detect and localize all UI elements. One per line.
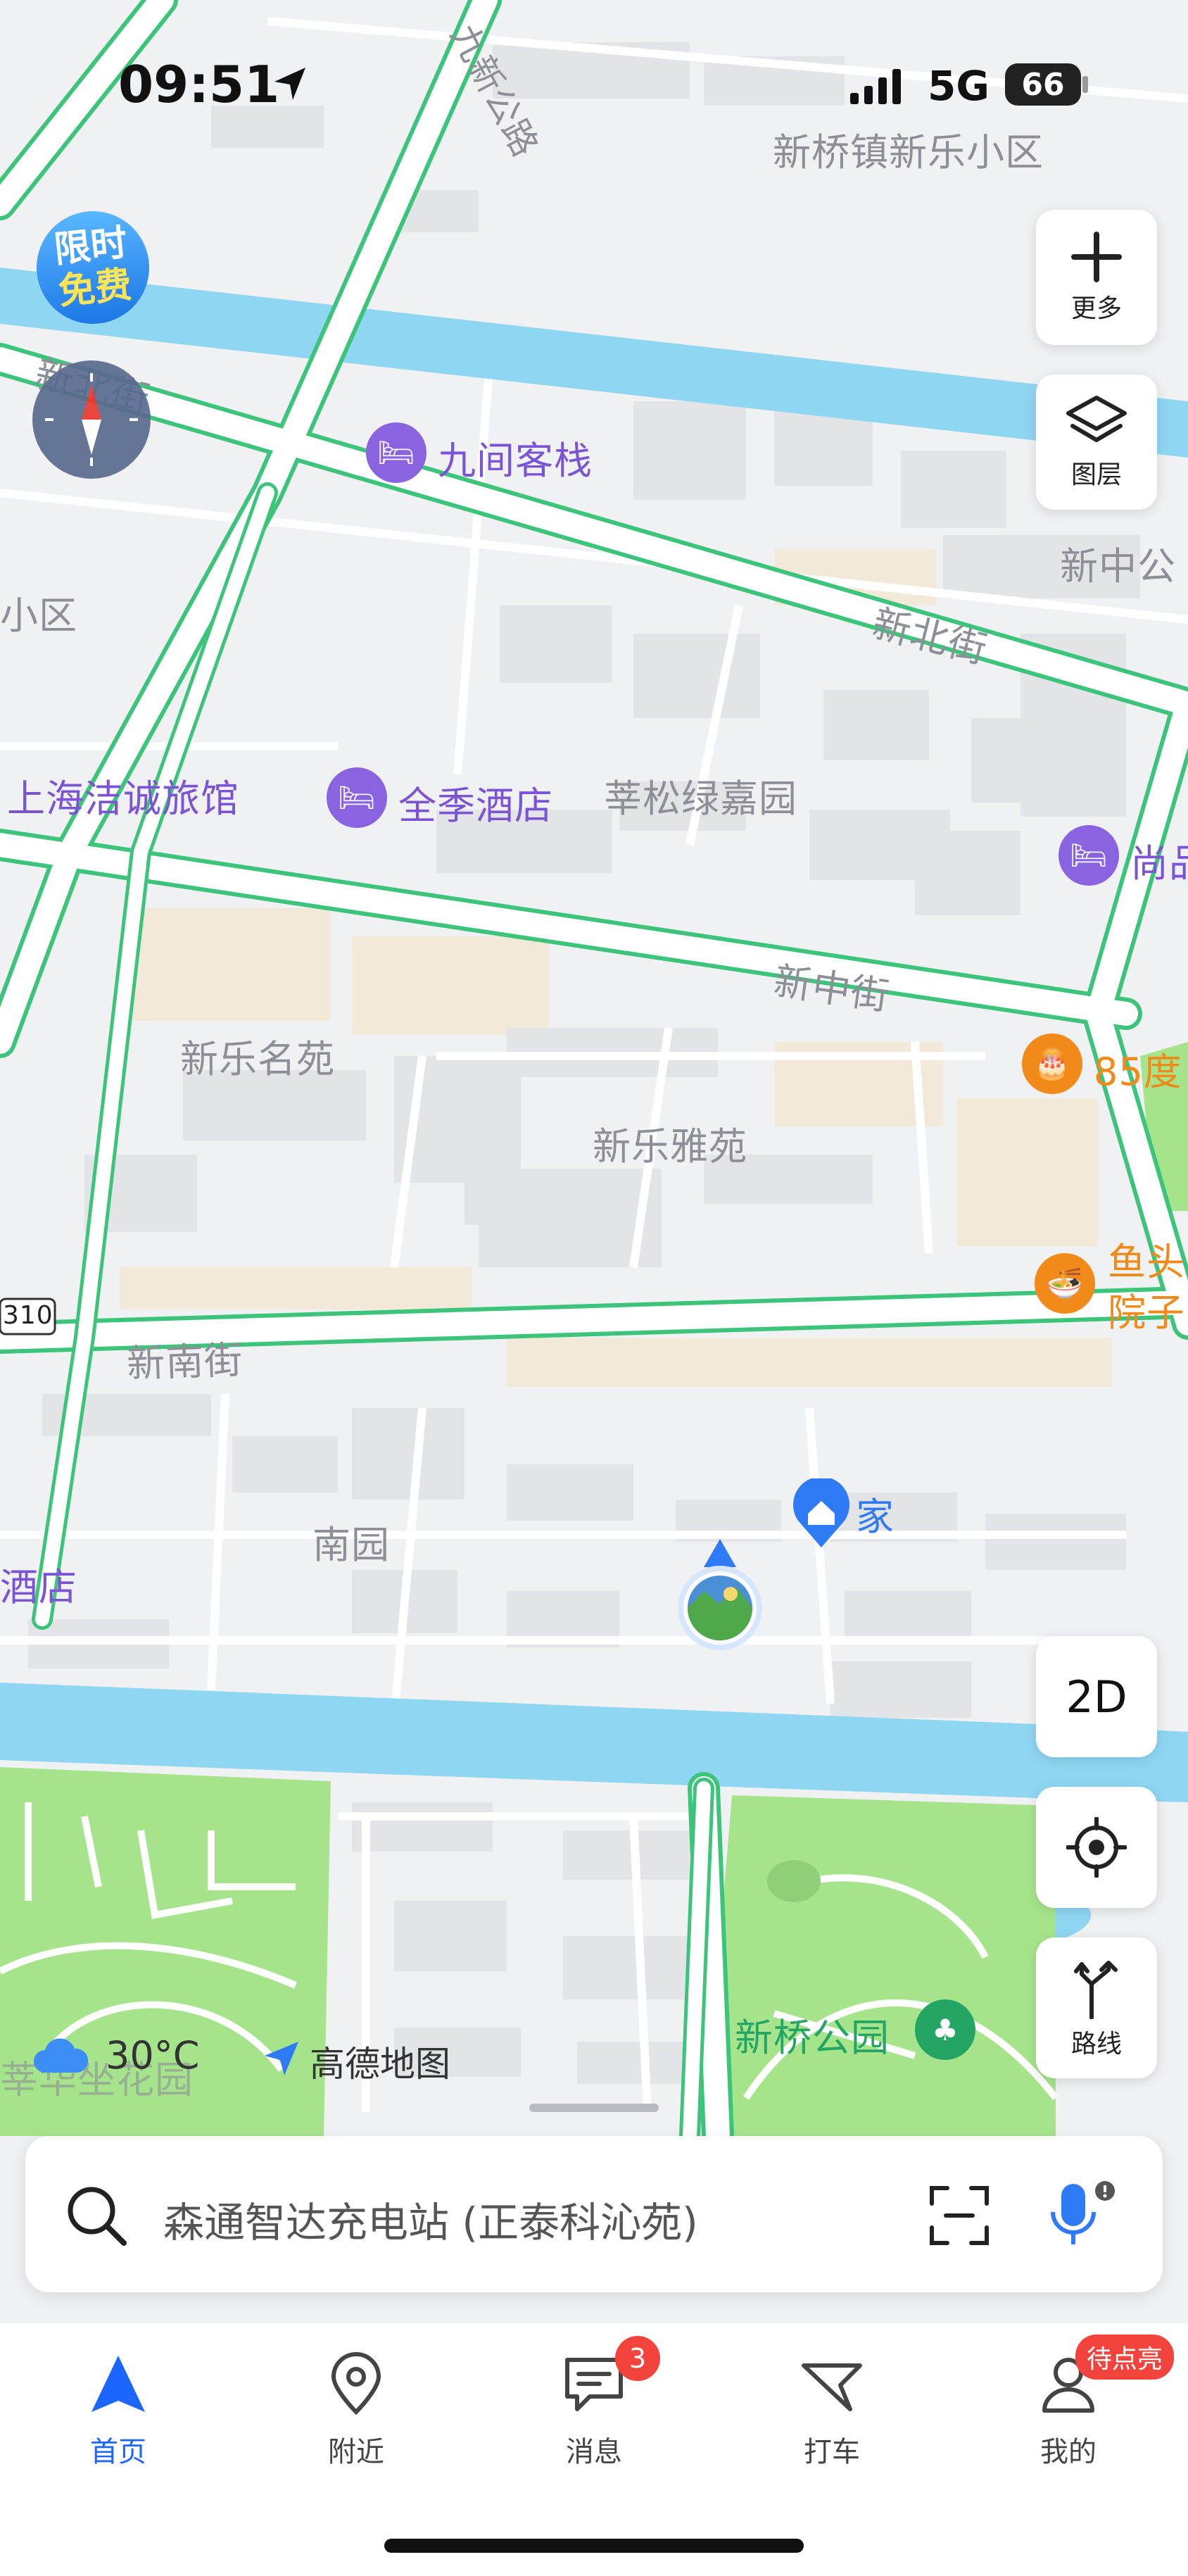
road-xinnan-label: 新南街 <box>126 1338 244 1386</box>
weather-temp: 30°C <box>106 2033 200 2078</box>
tab-messages[interactable]: 消息 3 <box>510 2336 678 2470</box>
voice-mic-icon[interactable] <box>1044 2177 1122 2254</box>
route-marker-label: 310 <box>3 1301 53 1330</box>
xinle-yayuan-label: 新乐雅苑 <box>593 1124 747 1169</box>
xinzhong-gong-label: 新中公 <box>1060 544 1176 589</box>
mode-2d-label: 2D <box>1066 1671 1127 1723</box>
profile-badge: 待点亮 <box>1075 2335 1175 2380</box>
weather-cloud-icon <box>32 2036 89 2078</box>
hotel-icon[interactable]: 🛏 <box>1059 825 1119 886</box>
route-button[interactable]: 路线 <box>1036 1937 1157 2078</box>
layers-button[interactable]: 图层 <box>1036 375 1157 510</box>
nanyuan-label: 南园 <box>312 1523 390 1567</box>
current-location-marker[interactable] <box>676 1535 764 1659</box>
tab-nearby[interactable]: 附近 <box>272 2351 441 2470</box>
battery-icon: 66 <box>1005 63 1081 106</box>
network-label: 5G <box>928 62 990 110</box>
park-icon[interactable]: ♣ <box>915 1999 975 2060</box>
home-indicator <box>384 2539 804 2553</box>
hotel-icon[interactable]: 🛏 <box>366 422 426 483</box>
tab-profile-label: 我的 <box>1040 2436 1097 2468</box>
promo-line2: 免费 <box>56 263 134 314</box>
scan-icon[interactable] <box>928 2184 991 2247</box>
brand-label: 高德地图 <box>310 2044 450 2085</box>
mode-2d-button[interactable]: 2D <box>1036 1636 1157 1757</box>
crosshair-icon <box>1066 1817 1127 1878</box>
compass-icon[interactable] <box>32 360 151 479</box>
poi-yutou-1[interactable]: 鱼头 <box>1108 1231 1185 1286</box>
sheet-handle[interactable] <box>529 2104 659 2112</box>
taxi-flag-icon <box>802 2363 862 2411</box>
jiudian-label: 酒店 <box>0 1565 77 1609</box>
battery-cap <box>1082 76 1088 93</box>
tab-nearby-label: 附近 <box>328 2436 384 2468</box>
poi-shang[interactable]: 尚品 <box>1130 832 1188 888</box>
bottom-tab-bar: 首页 附近 消息 3 打车 我的 待点亮 <box>0 2323 1188 2576</box>
xinle-mingyuan-label: 新乐名苑 <box>180 1037 335 1081</box>
route-label: 路线 <box>1070 2030 1122 2059</box>
plus-icon <box>1071 232 1122 282</box>
layers-icon <box>1066 396 1127 442</box>
home-pin-icon[interactable] <box>791 1476 852 1549</box>
hotel-icon[interactable]: 🛏 <box>327 767 387 828</box>
tab-home-label: 首页 <box>90 2436 146 2468</box>
search-bar[interactable]: 森通智达充电站 (正泰科沁苑) <box>25 2136 1163 2292</box>
poi-jiujian[interactable]: 九间客栈 <box>438 429 593 485</box>
signal-icon <box>850 69 906 107</box>
battery-level: 66 <box>1021 66 1065 103</box>
messages-badge: 3 <box>615 2336 660 2381</box>
poi-85du[interactable]: 85度 <box>1094 1041 1182 1096</box>
status-time: 09:51 <box>118 55 280 114</box>
tab-messages-label: 消息 <box>566 2436 622 2468</box>
xiaoqu-label: 小区 <box>0 593 77 638</box>
location-pin-icon <box>331 2352 381 2415</box>
restaurant-icon[interactable]: 🍜 <box>1035 1253 1095 1314</box>
search-input[interactable]: 森通智达充电站 (正泰科沁苑) <box>163 2189 698 2249</box>
more-label: 更多 <box>1070 294 1122 323</box>
tab-profile[interactable]: 我的 待点亮 <box>984 2335 1175 2470</box>
search-icon <box>68 2187 127 2246</box>
tab-home[interactable]: 首页 <box>34 2351 203 2470</box>
poi-quanji[interactable]: 全季酒店 <box>398 774 553 830</box>
amap-logo-icon <box>262 2039 301 2081</box>
poi-shanghai-jiecheng[interactable]: 上海洁诚旅馆 <box>7 767 239 823</box>
poi-xinqiao-park[interactable]: 新桥公园 <box>735 2006 890 2062</box>
route-icon <box>1074 1961 1118 2019</box>
promo-line1: 限时 <box>51 221 129 272</box>
status-bar: 09:51 5G 66 <box>0 0 1188 176</box>
locate-button[interactable] <box>1036 1787 1157 1908</box>
more-button[interactable]: 更多 <box>1036 210 1157 345</box>
navigation-arrow-icon <box>91 2356 145 2412</box>
location-arrow-icon <box>270 65 310 107</box>
tab-taxi-label: 打车 <box>804 2436 860 2468</box>
layers-label: 图层 <box>1070 460 1122 489</box>
poi-yutou-2[interactable]: 院子 <box>1108 1281 1185 1337</box>
tab-taxi[interactable]: 打车 <box>747 2351 916 2470</box>
home-label[interactable]: 家 <box>856 1485 895 1541</box>
shenglv-label: 莘松绿嘉园 <box>604 777 797 821</box>
cake-icon[interactable]: 🎂 <box>1022 1033 1082 1094</box>
